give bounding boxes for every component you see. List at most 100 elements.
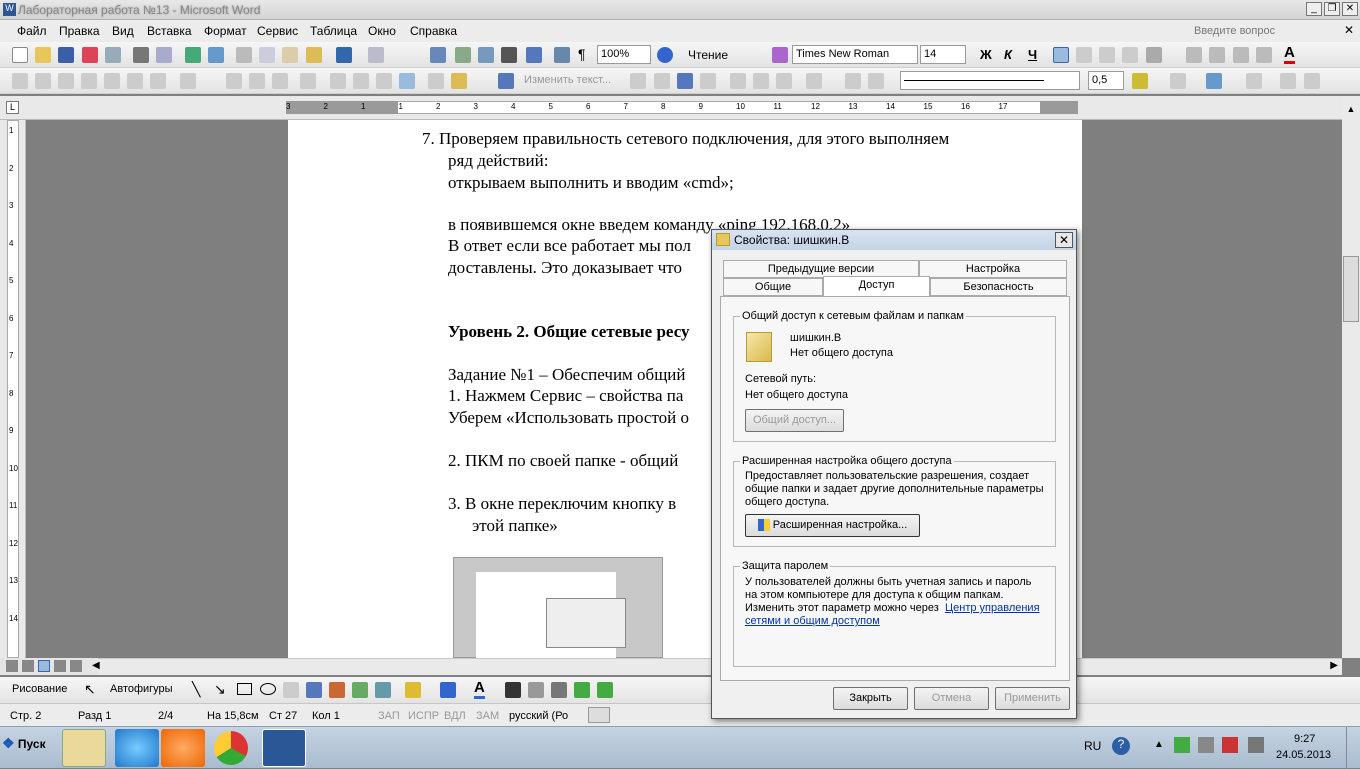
toolbar-icon-10[interactable] <box>249 73 265 89</box>
shadow-icon[interactable] <box>574 682 590 698</box>
save-icon[interactable] <box>58 47 74 63</box>
help-icon[interactable] <box>657 47 673 63</box>
draw-font-color-icon[interactable]: A <box>474 680 485 699</box>
help-tray-icon[interactable]: ? <box>1112 737 1130 755</box>
horizontal-ruler[interactable]: L 3 2 1 1 2 3 4 5 6 7 8 9 10 11 12 13 14 15 16 17 <box>0 96 1360 120</box>
network-sharing-link[interactable]: сетями и общим доступом <box>745 615 880 628</box>
toolbar-icon-6[interactable] <box>127 73 143 89</box>
bold-button[interactable]: Ж <box>980 47 992 62</box>
reading-mode-button[interactable]: Чтение <box>688 48 728 62</box>
format-painter-icon[interactable] <box>306 47 322 63</box>
toolbar-icon-17[interactable] <box>630 73 646 89</box>
close-dialog-button[interactable]: Закрыть <box>833 687 908 710</box>
explorer-taskbar-icon[interactable] <box>62 729 106 767</box>
research-icon[interactable] <box>208 47 224 63</box>
toolbar-icon-14[interactable] <box>353 73 369 89</box>
status-trk[interactable]: ИСПР <box>408 710 439 722</box>
change-text-button[interactable]: Изменить текст... <box>524 74 611 86</box>
toolbar-icon-8[interactable] <box>180 73 196 89</box>
font-color-icon[interactable]: A <box>1284 45 1295 64</box>
cancel-button[interactable]: Отмена <box>914 687 989 710</box>
preview-icon[interactable] <box>156 47 172 63</box>
tab-sharing[interactable]: Доступ <box>823 276 930 297</box>
paste-icon[interactable] <box>282 47 298 63</box>
toolbar-icon-22[interactable] <box>753 73 769 89</box>
fill-color-icon[interactable] <box>405 682 421 698</box>
network-error-icon[interactable] <box>1222 737 1238 753</box>
eraser-icon[interactable] <box>428 73 444 89</box>
toolbar-icon-19[interactable] <box>677 73 693 89</box>
undo-icon[interactable] <box>336 47 352 63</box>
reading-view-icon[interactable] <box>54 660 66 672</box>
tab-stop-icon[interactable]: L <box>6 101 19 114</box>
toolbar-icon-13[interactable] <box>330 73 346 89</box>
toolbar-icon-9[interactable] <box>226 73 242 89</box>
status-language[interactable]: русский (Ро <box>509 710 568 722</box>
show-desktop-button[interactable] <box>1346 727 1360 769</box>
decrease-indent-icon[interactable] <box>1233 47 1249 63</box>
wordart-draw-icon[interactable] <box>306 682 322 698</box>
tab-customize[interactable]: Настройка <box>919 260 1067 278</box>
spelling-status-icon[interactable] <box>588 707 610 723</box>
line-icon[interactable]: ╲ <box>192 681 200 698</box>
network-tray-icon[interactable] <box>1198 737 1214 753</box>
toolbar-icon-12[interactable] <box>300 73 316 89</box>
border-color-icon[interactable] <box>1132 73 1148 89</box>
hyperlink-icon[interactable] <box>430 47 446 63</box>
scroll-up-icon[interactable]: ▲ <box>1344 104 1358 118</box>
spelling-icon[interactable] <box>185 47 201 63</box>
menu-format[interactable]: Формат <box>204 24 247 38</box>
outline-view-icon[interactable] <box>70 660 82 672</box>
toolbar-icon-4[interactable] <box>81 73 97 89</box>
clock-time[interactable]: 9:27 <box>1294 733 1315 745</box>
clock-date[interactable]: 24.05.2013 <box>1276 749 1331 761</box>
numbering-icon[interactable] <box>1186 47 1202 63</box>
tables-borders-icon[interactable] <box>455 47 471 63</box>
columns-icon[interactable] <box>501 47 517 63</box>
toolbar-icon-15[interactable] <box>376 73 392 89</box>
italic-button[interactable]: К <box>1004 47 1012 62</box>
menu-insert[interactable]: Вставка <box>147 24 192 38</box>
dialog-close-button[interactable]: ✕ <box>1055 232 1073 248</box>
tab-general[interactable]: Общие <box>723 278 823 296</box>
toolbar-icon-26[interactable] <box>868 73 884 89</box>
close-button[interactable]: ✕ <box>1342 2 1358 16</box>
oval-icon[interactable] <box>260 683 276 695</box>
align-left-icon[interactable] <box>1053 47 1069 63</box>
start-button[interactable]: ❖ Пуск <box>2 735 54 761</box>
network-center-link[interactable]: Центр управления <box>945 602 1040 615</box>
toolbar-icon-1[interactable] <box>12 73 28 89</box>
show-hide-icon[interactable]: ¶ <box>578 46 586 62</box>
diagram-icon[interactable] <box>329 682 345 698</box>
line-color-icon[interactable] <box>440 682 456 698</box>
volume-icon[interactable] <box>1248 737 1264 753</box>
dash-style-icon[interactable] <box>528 682 544 698</box>
status-ext[interactable]: ВДЛ <box>444 710 466 722</box>
toolbar-icon-21[interactable] <box>730 73 746 89</box>
underline-button[interactable]: Ч <box>1028 47 1037 62</box>
drawing-icon[interactable] <box>526 47 542 63</box>
scroll-right-icon[interactable]: ▶ <box>1330 660 1338 671</box>
toolbar-icon-25[interactable] <box>845 73 861 89</box>
help-search-input[interactable]: Введите вопрос <box>1190 23 1340 39</box>
menu-window[interactable]: Окно <box>368 24 396 38</box>
advanced-sharing-button[interactable]: Расширенная настройка... <box>745 514 920 537</box>
menu-tools[interactable]: Сервис <box>257 24 298 38</box>
align-center-icon[interactable] <box>1076 47 1092 63</box>
borders-icon[interactable] <box>1170 73 1186 89</box>
toolbar-icon-24[interactable] <box>806 73 822 89</box>
ie-taskbar-icon[interactable] <box>115 729 159 767</box>
print-icon[interactable] <box>133 47 149 63</box>
zoom-select[interactable]: 100% <box>597 45 651 64</box>
permission-icon[interactable] <box>82 47 98 63</box>
restore-button[interactable]: ❐ <box>1324 2 1340 16</box>
3d-icon[interactable] <box>597 682 613 698</box>
drawing-menu-button[interactable]: Рисование <box>12 683 67 695</box>
toolbar-icon-20[interactable] <box>700 73 716 89</box>
select-objects-icon[interactable]: ↖ <box>84 681 96 698</box>
menu-file[interactable]: Файл <box>17 24 47 38</box>
new-icon[interactable] <box>12 47 28 63</box>
minimize-button[interactable]: _ <box>1306 2 1322 16</box>
line-weight-select[interactable]: 0,5 <box>1088 71 1124 90</box>
menu-view[interactable]: Вид <box>112 24 134 38</box>
